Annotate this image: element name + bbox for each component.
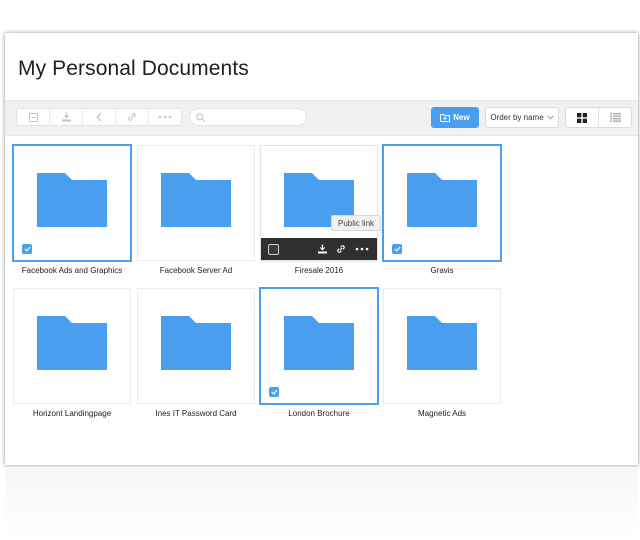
- chevron-down-icon: [547, 115, 554, 120]
- check-icon: [393, 246, 401, 252]
- folder-card[interactable]: [384, 289, 500, 403]
- folder-icon: [284, 316, 354, 370]
- folder-card[interactable]: [384, 146, 500, 260]
- new-button[interactable]: New: [431, 107, 479, 128]
- window-reflection: [5, 467, 638, 540]
- folder-item[interactable]: Horizont Landingpage: [14, 289, 130, 418]
- more-icon: [158, 115, 172, 119]
- link-icon: [337, 245, 345, 253]
- folder-name: Ines IT Password Card: [155, 409, 237, 418]
- share-button[interactable]: [83, 109, 116, 125]
- download-icon: [317, 244, 327, 254]
- folder-item[interactable]: Public link Firesale 2016: [261, 146, 382, 275]
- folder-icon: [407, 316, 477, 370]
- folder-card[interactable]: [14, 289, 130, 403]
- selection-checkbox[interactable]: [392, 244, 402, 254]
- order-dropdown-label: Order by name: [490, 113, 544, 122]
- folder-icon: [161, 173, 231, 227]
- folder-item[interactable]: Facebook Ads and Graphics: [14, 146, 130, 275]
- more-button[interactable]: [149, 109, 181, 125]
- folder-name: Facebook Server Ad: [159, 266, 233, 275]
- public-link-button[interactable]: [335, 243, 347, 255]
- download-button[interactable]: [50, 109, 83, 125]
- folder-icon: [37, 316, 107, 370]
- search-icon: [196, 112, 205, 122]
- selection-checkbox[interactable]: [269, 387, 279, 397]
- check-icon: [270, 389, 278, 395]
- folder-card[interactable]: [138, 289, 254, 403]
- folder-name: London Brochure: [288, 409, 350, 418]
- folder-card[interactable]: [138, 146, 254, 260]
- document-browser-window: My Personal Documents New Order by name …: [5, 33, 638, 465]
- folder-name: Magnetic Ads: [417, 409, 467, 418]
- folder-item[interactable]: Ines IT Password Card: [138, 289, 254, 418]
- grid-view-button[interactable]: [566, 108, 598, 127]
- selection-checkbox[interactable]: [268, 243, 279, 255]
- search-box[interactable]: [189, 108, 307, 126]
- selection-checkbox[interactable]: [22, 244, 32, 254]
- add-folder-icon: [440, 114, 451, 122]
- folder-name: Facebook Ads and Graphics: [21, 266, 123, 275]
- page-title: My Personal Documents: [18, 57, 249, 80]
- more-button[interactable]: [354, 243, 370, 255]
- folder-icon: [37, 173, 107, 227]
- folder-card[interactable]: [261, 289, 377, 403]
- share-icon: [96, 112, 102, 122]
- info-button[interactable]: [17, 109, 50, 125]
- folder-item[interactable]: London Brochure: [261, 289, 377, 418]
- folder-hover-actions: [261, 238, 377, 260]
- folder-name: Firesale 2016: [294, 266, 344, 275]
- toolbar: New Order by name: [5, 100, 638, 136]
- link-icon: [128, 113, 136, 121]
- more-icon: [355, 247, 369, 251]
- public-link-tooltip: Public link: [331, 215, 382, 231]
- order-dropdown[interactable]: Order by name: [485, 107, 559, 128]
- view-toggle: [565, 107, 632, 128]
- new-button-label: New: [453, 113, 470, 122]
- folder-item[interactable]: Magnetic Ads: [384, 289, 500, 418]
- folder-name: Gravis: [430, 266, 454, 275]
- folder-icon: [161, 316, 231, 370]
- download-icon: [61, 112, 71, 122]
- link-button[interactable]: [116, 109, 149, 125]
- toolbar-actions: [16, 108, 182, 126]
- folder-item[interactable]: Facebook Server Ad: [138, 146, 254, 275]
- folder-card[interactable]: [14, 146, 130, 260]
- folder-card[interactable]: Public link: [261, 146, 382, 260]
- list-view-icon: [609, 113, 621, 122]
- folder-item[interactable]: Gravis: [384, 146, 500, 275]
- info-icon: [28, 112, 38, 122]
- search-input[interactable]: [208, 109, 302, 125]
- grid-view-icon: [577, 112, 587, 123]
- list-view-button[interactable]: [598, 108, 631, 127]
- download-button[interactable]: [316, 243, 328, 255]
- folder-name: Horizont Landingpage: [32, 409, 112, 418]
- folder-icon: [407, 173, 477, 227]
- check-icon: [23, 246, 31, 252]
